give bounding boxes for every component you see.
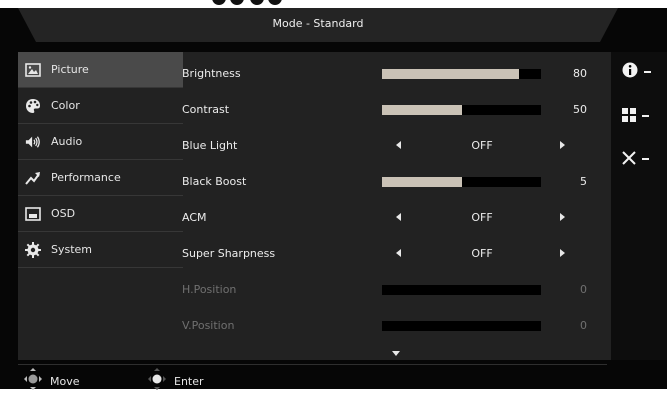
setting-acm[interactable]: ACM OFF	[182, 200, 592, 236]
footer-move: Move	[24, 366, 80, 396]
footer-divider	[18, 364, 607, 365]
setting-value: 0	[580, 319, 587, 332]
setting-option: OFF	[471, 211, 493, 224]
setting-label: Brightness	[182, 67, 241, 80]
footer-enter: Enter	[148, 366, 204, 396]
scroll-down-icon[interactable]	[392, 351, 400, 356]
sidebar-item-color[interactable]: Color	[18, 88, 183, 124]
joystick-move-icon	[24, 368, 42, 394]
picture-icon	[25, 62, 41, 78]
slider-fill	[382, 69, 519, 79]
osd-header: Mode - Standard	[18, 8, 618, 42]
setting-label: Super Sharpness	[182, 247, 276, 260]
setting-label: Blue Light	[182, 139, 238, 152]
arrow-left-icon[interactable]	[396, 249, 401, 257]
enter-label: Enter	[174, 374, 204, 388]
palette-icon	[25, 98, 41, 114]
mode-title: Mode - Standard	[272, 17, 364, 30]
setting-label: Contrast	[182, 103, 230, 116]
osd-menu: Mode - Standard Picture Color Audio Perf…	[0, 8, 667, 390]
arrow-left-icon[interactable]	[396, 141, 401, 149]
close-icon	[622, 150, 636, 169]
brightness-slider[interactable]	[382, 69, 541, 79]
sidebar-item-performance[interactable]: Performance	[18, 160, 183, 196]
speaker-icon	[25, 134, 41, 150]
setting-blue-light[interactable]: Blue Light OFF	[182, 128, 592, 164]
setting-label: Black Boost	[182, 175, 247, 188]
arrow-right-icon[interactable]	[560, 213, 565, 221]
setting-value: 50	[573, 103, 587, 116]
setting-label: H.Position	[182, 283, 237, 296]
slider-fill	[382, 177, 462, 187]
arrow-left-icon[interactable]	[396, 213, 401, 221]
setting-super-sharpness[interactable]: Super Sharpness OFF	[182, 236, 592, 272]
close-hotkey[interactable]	[622, 147, 662, 171]
slider-fill	[382, 105, 462, 115]
arrow-right-icon[interactable]	[560, 141, 565, 149]
setting-black-boost[interactable]: Black Boost 5	[182, 164, 592, 200]
h-position-slider	[382, 285, 541, 295]
sidebar-item-picture[interactable]: Picture	[18, 52, 183, 88]
setting-option: OFF	[471, 247, 493, 260]
joystick-enter-icon	[148, 368, 166, 394]
category-sidebar: Picture Color Audio Performance OSD Syst…	[18, 52, 183, 360]
setting-label: ACM	[182, 211, 207, 224]
arrow-right-icon[interactable]	[560, 249, 565, 257]
monitor-bezel-top	[0, 0, 667, 8]
setting-v-position: V.Position 0	[182, 308, 592, 344]
gear-icon	[25, 241, 41, 258]
setting-option: OFF	[471, 139, 493, 152]
setting-value: 80	[573, 67, 587, 80]
setting-value: 0	[580, 283, 587, 296]
v-position-slider	[382, 321, 541, 331]
sidebar-item-label: Picture	[51, 63, 89, 76]
grid-icon	[622, 107, 636, 126]
hotkey-dash	[644, 71, 651, 73]
hotkey-dash	[642, 115, 649, 117]
osd-window-icon	[25, 206, 41, 222]
black-boost-slider[interactable]	[382, 177, 541, 187]
sidebar-item-label: Color	[51, 99, 80, 112]
setting-contrast[interactable]: Contrast 50	[182, 92, 592, 128]
setting-h-position: H.Position 0	[182, 272, 592, 308]
move-label: Move	[50, 374, 80, 388]
info-icon	[622, 62, 638, 82]
trend-up-icon	[25, 170, 41, 186]
info-hotkey[interactable]	[622, 60, 662, 84]
setting-label: V.Position	[182, 319, 235, 332]
sidebar-item-label: OSD	[51, 207, 76, 220]
sidebar-item-label: Performance	[51, 171, 121, 184]
contrast-slider[interactable]	[382, 105, 541, 115]
setting-value: 5	[580, 175, 587, 188]
sidebar-item-label: System	[51, 243, 93, 256]
setting-brightness[interactable]: Brightness 80	[182, 56, 592, 92]
hotkey-strip	[611, 52, 667, 360]
sidebar-item-audio[interactable]: Audio	[18, 124, 183, 160]
sidebar-item-label: Audio	[51, 135, 83, 148]
sidebar-item-osd[interactable]: OSD	[18, 196, 183, 232]
hotkey-dash	[642, 158, 649, 160]
input-grid-hotkey[interactable]	[622, 104, 662, 128]
sidebar-item-system[interactable]: System	[18, 232, 183, 268]
bezel-logo-fragment	[212, 0, 362, 5]
